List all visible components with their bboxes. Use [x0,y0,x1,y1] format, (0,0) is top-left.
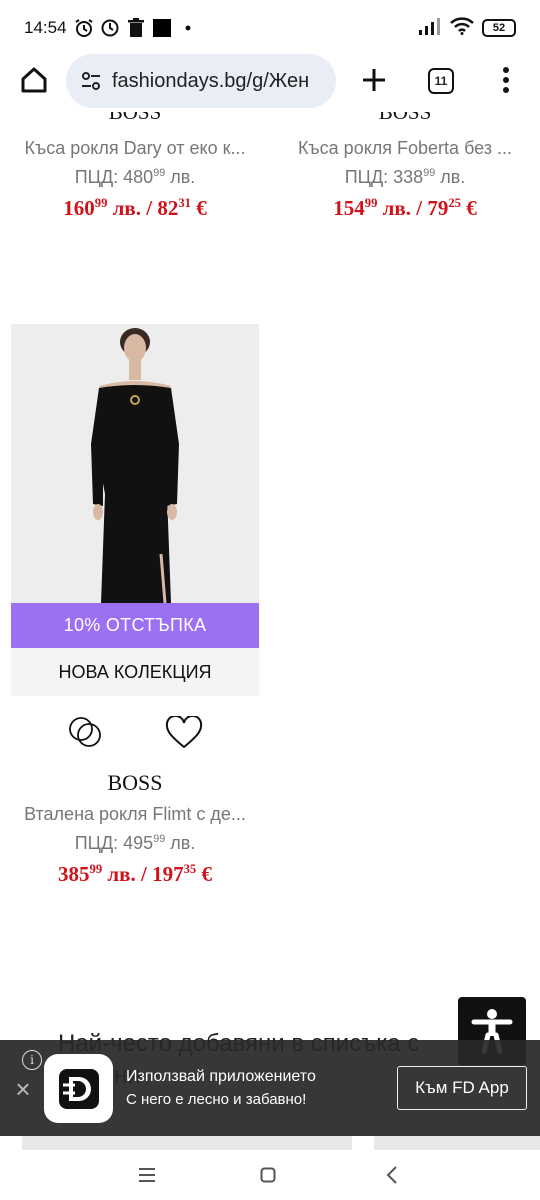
wifi-icon [450,16,474,40]
home-nav-button[interactable] [248,1158,288,1192]
back-chevron-icon [386,1166,397,1184]
product-name[interactable]: Къса рокля Dary от еко к... [0,138,270,159]
product-price: 38599 лв. / 19735 € [58,862,212,887]
recent-apps-button[interactable] [127,1158,167,1192]
product-info[interactable]: BOSS Вталена рокля Flimt с де... ПЦД: 49… [0,770,270,887]
product-rrp: ПЦД: 33899 лв. [344,167,466,188]
discount-badge: 10% ОТСТЪПКА [11,603,259,648]
next-product-strip [374,1136,540,1150]
fd-logo-icon [58,1068,99,1109]
status-time: 14:54 [24,18,67,37]
product-price: 15499 лв. / 7925 € [333,196,477,221]
menu-lines-icon [139,1168,155,1182]
product-rrp: ПЦД: 49599 лв. [74,833,196,854]
home-button[interactable] [14,60,54,100]
product-name[interactable]: Вталена рокля Flimt с де... [0,804,270,825]
trash-icon [125,17,147,39]
product-price: 16099 лв. / 8231 € [63,196,207,221]
product-tile[interactable]: BOSS Къса рокля Dary от еко к... ПЦД: 48… [0,112,270,221]
open-app-button[interactable]: Към FD App [397,1066,527,1110]
product-tile[interactable]: BOSS Къса рокля Foberta без ... ПЦД: 338… [270,112,540,221]
close-icon[interactable]: × [10,1076,36,1102]
compare-icon[interactable] [67,714,103,750]
info-icon[interactable]: i [22,1050,42,1070]
wishlist-heart-icon[interactable] [165,716,203,750]
battery-indicator: 52 [482,19,516,37]
new-tab-button[interactable] [354,60,394,100]
plus-icon [363,69,385,91]
more-vertical-icon [503,67,509,93]
status-bar: 14:54 52 [0,0,540,56]
banner-subtitle: С него е лесно и забавно! [126,1091,307,1108]
product-rrp: ПЦД: 48099 лв. [74,167,196,188]
square-icon [260,1167,276,1183]
product-photo [11,324,259,604]
back-nav-button[interactable] [372,1158,412,1192]
more-notifications-dot-icon [177,17,199,39]
browser-toolbar: fashiondays.bg/g/Жен 11 [0,52,540,112]
alarm-icon [73,17,95,39]
banner-title: Използвай приложението [126,1068,316,1085]
product-brand: BOSS [378,112,432,124]
collection-badge: НОВА КОЛЕКЦИЯ [11,648,259,696]
product-name[interactable]: Къса рокля Foberta без ... [270,138,540,159]
product-brand: BOSS [108,112,162,124]
app-notification-icon [151,17,173,39]
tab-switcher-button[interactable]: 11 [428,68,454,94]
browser-menu-button[interactable] [490,60,522,100]
product-brand: BOSS [107,770,163,795]
fd-app-logo [44,1054,113,1123]
home-icon [21,67,47,93]
url-text: fashiondays.bg/g/Жен [112,69,310,92]
product-image-card[interactable]: 10% ОТСТЪПКА НОВА КОЛЕКЦИЯ [11,324,259,696]
site-settings-icon[interactable] [80,70,102,92]
app-install-banner: i × Използвай приложението С него е лесн… [0,1040,540,1136]
next-product-strip [22,1136,352,1150]
address-bar[interactable]: fashiondays.bg/g/Жен [66,54,336,108]
clock-icon [99,17,121,39]
system-nav-bar [0,1150,540,1200]
signal-icon [418,17,442,40]
